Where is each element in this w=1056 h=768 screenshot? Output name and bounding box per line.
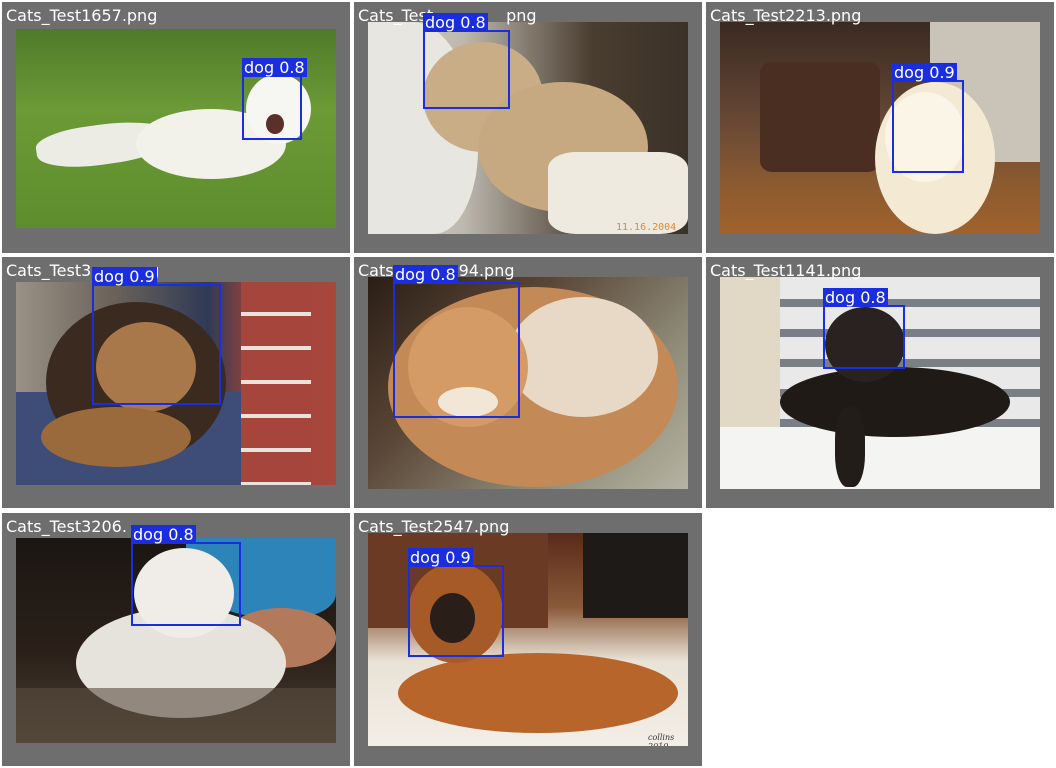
dog-photo <box>720 22 1040 234</box>
detection-box[interactable]: dog 0.8 <box>823 288 905 369</box>
filename-label: Cats_Test3206. <box>6 517 127 536</box>
result-tile-6[interactable]: Cats_Test1141.png dog 0.8 <box>706 257 1054 508</box>
result-tile-8[interactable]: Cats_Test2547.png collins 2010 dog 0.9 <box>354 513 702 766</box>
result-tile-3[interactable]: Cats_Test2213.png dog 0.9 <box>706 2 1054 253</box>
filename-label: Cats_Test2213.png <box>710 6 862 25</box>
detection-label: dog 0.8 <box>423 13 488 32</box>
result-tile-7[interactable]: Cats_Test3206. dog 0.8 <box>2 513 350 766</box>
detection-label: dog 0.8 <box>242 58 307 77</box>
dog-photo: 11.16.2004 <box>368 22 688 234</box>
filename-label: Cats_Test1657.png <box>6 6 158 25</box>
detection-label: dog 0.9 <box>92 267 157 286</box>
detection-box[interactable]: dog 0.9 <box>892 63 964 173</box>
detection-box[interactable]: dog 0.8 <box>131 525 241 626</box>
detection-box[interactable]: dog 0.8 <box>393 265 520 418</box>
detection-box[interactable]: dog 0.8 <box>423 13 510 109</box>
detection-label: dog 0.8 <box>393 265 458 284</box>
detection-label: dog 0.8 <box>131 525 196 544</box>
date-stamp: 11.16.2004 <box>616 222 677 233</box>
result-tile-2[interactable]: Cats_Test png 11.16.2004 dog 0.8 <box>354 2 702 253</box>
result-tile-1[interactable]: Cats_Test1657.png dog 0.8 <box>2 2 350 253</box>
detection-box[interactable]: dog 0.8 <box>242 58 307 140</box>
detection-label: dog 0.9 <box>892 63 957 82</box>
photographer-signature: collins 2010 <box>648 733 675 746</box>
filename-label: Cats_Test2547.png <box>358 517 510 536</box>
filename-label: Cats_Test1141.png <box>710 261 862 280</box>
result-tile-5[interactable]: Cats 94.png dog 0.8 <box>354 257 702 508</box>
detection-box[interactable]: dog 0.9 <box>408 548 504 657</box>
detection-label: dog 0.8 <box>823 288 888 307</box>
detection-label: dog 0.9 <box>408 548 473 567</box>
detection-box[interactable]: dog 0.9 <box>92 267 221 405</box>
result-tile-4[interactable]: Cats_Test3g dog 0.9 <box>2 257 350 508</box>
